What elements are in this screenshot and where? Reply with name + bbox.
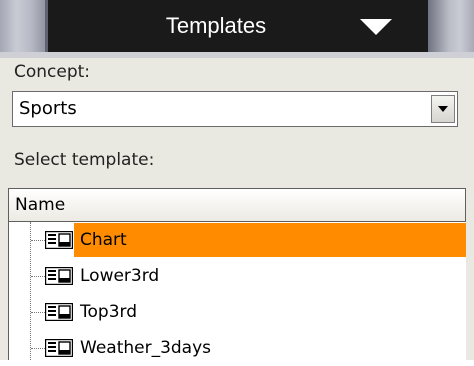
concept-label: Concept: xyxy=(14,62,91,82)
tree-branch xyxy=(31,312,45,313)
template-icon xyxy=(45,339,73,357)
templates-panel: Templates Concept: Sports Select templat… xyxy=(0,0,474,360)
select-template-label: Select template: xyxy=(14,150,155,170)
chevron-down-icon[interactable] xyxy=(360,19,392,35)
list-item[interactable]: Chart xyxy=(8,222,466,258)
chevron-down-icon[interactable] xyxy=(431,95,455,123)
list-item[interactable]: Top3rd xyxy=(8,294,466,330)
list-item-label: Top3rd xyxy=(80,302,137,322)
template-icon xyxy=(45,231,73,249)
tree-branch xyxy=(31,276,45,277)
concept-select[interactable]: Sports xyxy=(12,91,458,127)
column-name-label: Name xyxy=(15,195,66,215)
list-column-header[interactable]: Name xyxy=(8,188,466,222)
header-right-cap xyxy=(428,0,474,52)
panel-title: Templates xyxy=(165,13,267,38)
panel-header: Templates xyxy=(0,0,474,52)
tree-branch xyxy=(31,240,45,241)
template-icon xyxy=(45,303,73,321)
header-left-cap xyxy=(0,0,48,52)
list-item[interactable]: Weather_3days xyxy=(8,330,466,366)
list-item[interactable]: Lower3rd xyxy=(8,258,466,294)
list-item-label: Chart xyxy=(74,223,466,257)
tree-branch xyxy=(31,348,45,349)
header-divider xyxy=(0,52,474,58)
list-item-label: Lower3rd xyxy=(80,266,160,286)
template-icon xyxy=(45,267,73,285)
concept-select-value: Sports xyxy=(19,98,77,119)
